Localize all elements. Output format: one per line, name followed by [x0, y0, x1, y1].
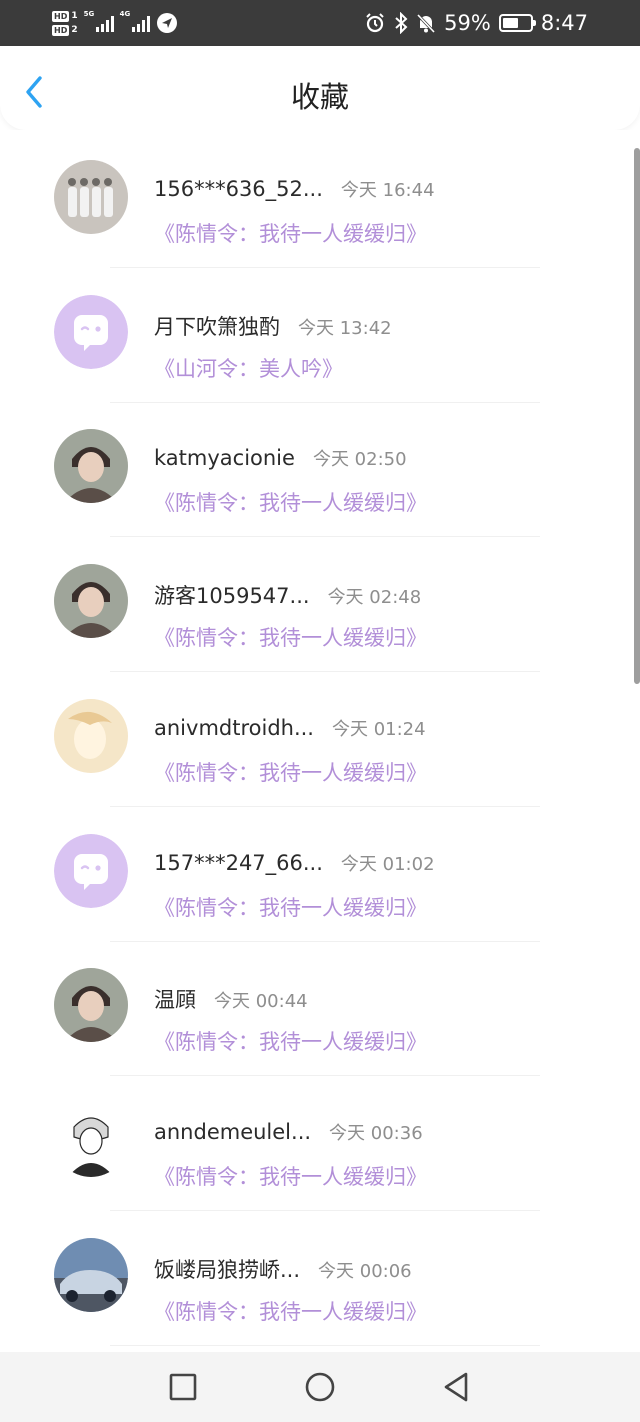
user-name: 饭嵝局狼捞峤...: [154, 1257, 301, 1282]
user-name: 157***247_66...: [154, 850, 323, 875]
user-name: 月下吹箫独酌: [154, 314, 280, 339]
list-item[interactable]: anivmdtroidh... 今天 01:24 《陈情令：我待一人缓缓归》: [0, 673, 640, 807]
user-name: 游客1059547...: [154, 584, 310, 609]
work-title-link[interactable]: 《陈情令：我待一人缓缓归》: [154, 1161, 427, 1191]
user-name: katmyacionie: [154, 446, 295, 471]
timestamp: 今天 00:44: [214, 991, 308, 1013]
avatar[interactable]: [54, 429, 128, 504]
timestamp: 今天 02:50: [312, 449, 407, 471]
list-item[interactable]: 游客1059547... 今天 02:48 《陈情令：我待一人缓缓归》: [0, 538, 640, 673]
timestamp: 今天 13:42: [298, 317, 392, 339]
user-name: anivmdtroidh...: [154, 715, 314, 740]
work-title-link[interactable]: 《陈情令：我待一人缓缓归》: [154, 487, 427, 517]
alarm-icon: [366, 13, 384, 33]
system-nav-bar: [0, 1352, 640, 1422]
home-circle-icon[interactable]: [303, 1370, 337, 1404]
status-bar-right: 59% 8:47: [364, 0, 588, 46]
list-item[interactable]: 饭嵝局狼捞峤... 今天 00:06 《陈情令：我待一人缓缓归》: [0, 1212, 640, 1346]
name-row: anndemeulel... 今天 00:36: [154, 1119, 423, 1145]
page-header: 收藏: [0, 46, 640, 130]
scrollbar[interactable]: [634, 148, 640, 684]
work-title-link[interactable]: 《陈情令：我待一人缓缓归》: [154, 892, 427, 922]
avatar[interactable]: [54, 1237, 128, 1312]
battery-percent: 59%: [444, 11, 491, 35]
name-row: anivmdtroidh... 今天 01:24: [154, 715, 426, 741]
timestamp: 今天 00:36: [329, 1122, 423, 1144]
list-item[interactable]: 月下吹箫独酌 今天 13:42 《山河令：美人吟》: [0, 269, 640, 403]
name-row: 游客1059547... 今天 02:48: [154, 580, 421, 610]
avatar[interactable]: [54, 833, 128, 908]
bluetooth-icon: [395, 12, 408, 34]
list-item[interactable]: anndemeulel... 今天 00:36 《陈情令：我待一人缓缓归》: [0, 1077, 640, 1211]
user-name: anndemeulel...: [154, 1119, 312, 1144]
battery-icon: [498, 14, 536, 32]
signal-4g-icon: 4G: [120, 10, 150, 32]
work-title-link[interactable]: 《陈情令：我待一人缓缓归》: [154, 622, 427, 652]
user-name: 156***636_52...: [154, 177, 323, 201]
timestamp: 今天 01:02: [340, 853, 435, 875]
back-triangle-icon[interactable]: [440, 1370, 474, 1404]
clock: 8:47: [540, 11, 588, 35]
page-title: 收藏: [290, 80, 349, 114]
status-bar-left: HD 1 HD 2 5G 4G: [52, 6, 178, 40]
work-title-link[interactable]: 《山河令：美人吟》: [154, 353, 343, 383]
work-title-link[interactable]: 《陈情令：我待一人缓缓归》: [154, 1296, 427, 1326]
avatar[interactable]: [54, 294, 128, 369]
hd2-indicator: HD 2: [52, 24, 78, 36]
name-row: 157***247_66... 今天 01:02: [154, 850, 435, 876]
list-item[interactable]: 157***247_66... 今天 01:02 《陈情令：我待一人缓缓归》: [0, 808, 640, 942]
work-title-link[interactable]: 《陈情令：我待一人缓缓归》: [154, 757, 427, 787]
timestamp: 今天 00:06: [318, 1260, 412, 1282]
favorites-list: 156***636_52... 今天 16:44 《陈情令：我待一人缓缓归》 月下吹…: [0, 130, 640, 1352]
avatar[interactable]: [54, 1102, 128, 1177]
user-name: 温頋: [154, 988, 196, 1013]
list-item[interactable]: katmyacionie 今天 02:50 《陈情令：我待一人缓缓归》: [0, 403, 640, 538]
hd1-indicator: HD 1: [52, 10, 78, 22]
timestamp: 今天 01:24: [331, 718, 426, 740]
avatar[interactable]: [54, 698, 128, 773]
timestamp: 今天 02:48: [327, 587, 422, 609]
list-item[interactable]: 156***636_52... 今天 16:44 《陈情令：我待一人缓缓归》: [0, 134, 640, 268]
name-row: 月下吹箫独酌 今天 13:42: [154, 311, 392, 341]
work-title-link[interactable]: 《陈情令：我待一人缓缓归》: [154, 218, 427, 248]
recents-square-icon[interactable]: [166, 1370, 200, 1404]
name-row: 温頋 今天 00:44: [154, 984, 308, 1014]
avatar[interactable]: [54, 968, 128, 1043]
avatar[interactable]: [54, 564, 128, 639]
name-row: 饭嵝局狼捞峤... 今天 00:06: [154, 1254, 412, 1284]
signal-5g-icon: 5G: [84, 10, 114, 32]
location-icon: [156, 13, 177, 33]
mute-icon: [417, 13, 436, 34]
status-bar: HD 1 HD 2 5G 4G 59% 8:47: [0, 0, 640, 46]
name-row: 156***636_52... 今天 16:44: [154, 176, 435, 202]
avatar[interactable]: [54, 160, 128, 234]
timestamp: 今天 16:44: [340, 180, 435, 201]
list-item[interactable]: 温頋 今天 00:44 《陈情令：我待一人缓缓归》: [0, 942, 640, 1077]
name-row: katmyacionie 今天 02:50: [154, 445, 407, 471]
divider: [110, 1344, 540, 1346]
work-title-link[interactable]: 《陈情令：我待一人缓缓归》: [154, 1026, 427, 1056]
